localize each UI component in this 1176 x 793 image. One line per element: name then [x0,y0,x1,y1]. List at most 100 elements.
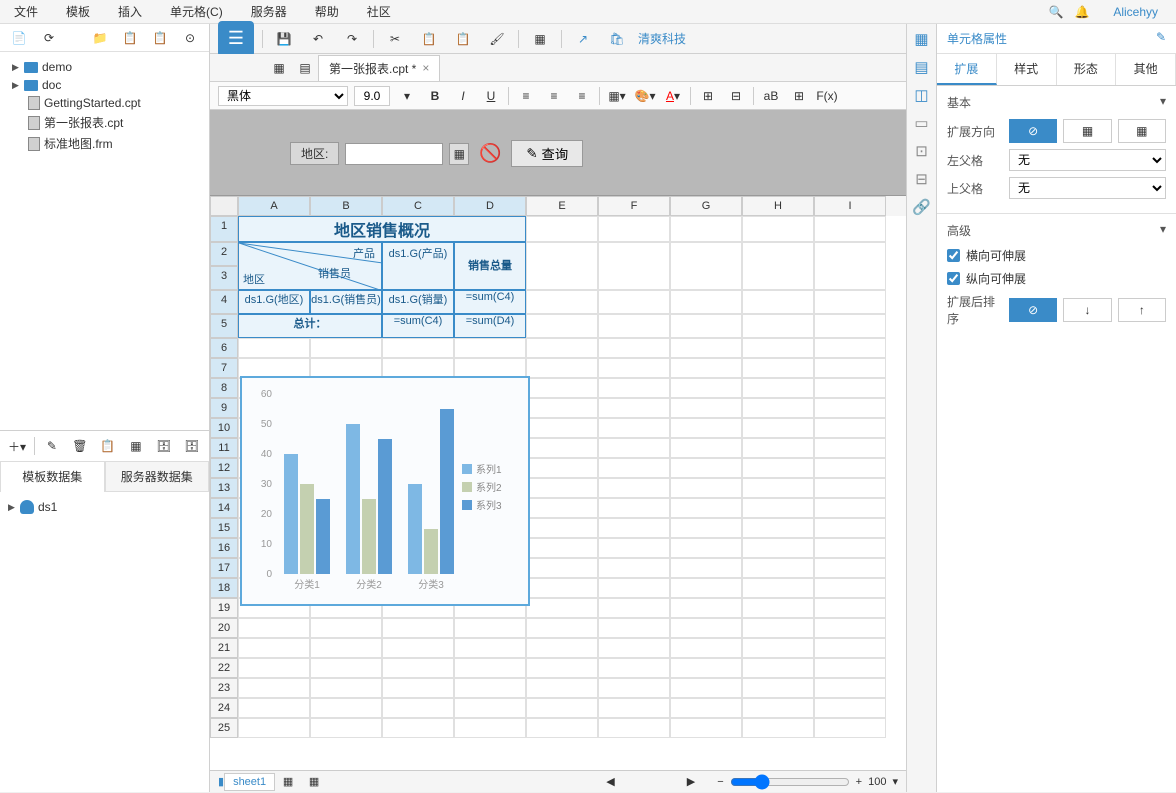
menu-server[interactable]: 服务器 [237,3,301,20]
select-all-corner[interactable] [210,196,238,216]
function-icon[interactable]: F(x) [816,86,838,106]
row-header[interactable]: 19 [210,598,238,618]
sheet-tab[interactable]: sheet1 [224,773,275,791]
vertical-stretch-checkbox[interactable]: 纵向可伸展 [947,270,1166,287]
cell-element-icon[interactable]: ▤ [913,58,931,76]
row-header[interactable]: 17 [210,558,238,578]
parameter-pane[interactable]: 地区: ▦ 🚫 ✎查询 [210,110,906,196]
tab-template-dataset[interactable]: 模板数据集 [0,461,105,492]
data-cell[interactable]: ds1.G(地区) [238,290,310,314]
widgets-icon[interactable]: ◫ [913,86,931,104]
font-color-icon[interactable]: A▾ [662,86,684,106]
cut-icon[interactable]: ✂ [382,28,408,50]
size-dropdown-icon[interactable]: ▾ [396,86,418,106]
total-label-cell[interactable]: 总计： [238,314,382,338]
redo-icon[interactable]: ↷ [339,28,365,50]
diagonal-header-cell[interactable]: 产品 销售员 地区 [238,242,382,290]
align-left-icon[interactable]: ≡ [515,86,537,106]
header-cell-product[interactable]: ds1.G(产品) [382,242,454,290]
row-header[interactable]: 4 [210,290,238,314]
tree-file-standard-map[interactable]: 标准地图.frm [4,133,205,154]
data-cell[interactable]: =sum(D4) [454,314,526,338]
row-header[interactable]: 9 [210,398,238,418]
present-icon[interactable]: ⊟ [913,170,931,188]
sort-desc-button[interactable]: ↑ [1118,298,1166,322]
row-header[interactable]: 15 [210,518,238,538]
new-file-icon[interactable]: 📄 [6,27,32,49]
tab-style[interactable]: 样式 [997,54,1057,85]
row-header[interactable]: 20 [210,618,238,638]
col-header[interactable]: I [814,196,886,216]
format-painter-icon[interactable]: 🖌 [484,28,510,50]
locate-icon[interactable]: ⊙ [177,27,203,49]
bell-icon[interactable]: 🔔 [1069,1,1095,23]
close-tab-icon[interactable]: × [422,61,429,75]
col-header[interactable]: A [238,196,310,216]
scroll-right-icon[interactable]: ▶ [687,775,695,788]
row-header[interactable]: 5 [210,314,238,338]
add-sheet-icon[interactable]: ▦ [275,771,301,793]
menu-community[interactable]: 社区 [353,3,405,20]
fill-color-icon[interactable]: 🎨▾ [634,86,656,106]
col-header[interactable]: H [742,196,814,216]
report-title-cell[interactable]: 地区销售概况 [238,216,526,242]
col-header[interactable]: E [526,196,598,216]
brand-link[interactable]: 清爽科技 [638,30,686,47]
undo-icon[interactable]: ↶ [305,28,331,50]
zoom-out-icon[interactable]: − [717,776,723,788]
tab-expand[interactable]: 扩展 [937,54,997,85]
delete-dataset-icon[interactable]: 🗑 [69,435,91,457]
underline-icon[interactable]: U [480,86,502,106]
row-header[interactable]: 11 [210,438,238,458]
search-icon[interactable]: 🔍 [1043,1,1069,23]
param-dropdown-icon[interactable]: ▦ [449,143,469,165]
data-cell[interactable]: =sum(C4) [454,290,526,314]
col-header[interactable]: G [670,196,742,216]
row-header[interactable]: 21 [210,638,238,658]
embedded-chart[interactable]: 0102030405060 分类1分类2分类3 系列1系列2系列3 [240,376,530,606]
link-dataset-icon[interactable]: 🗄 [181,435,203,457]
data-cell[interactable]: ds1.G(销量) [382,290,454,314]
merge-icon[interactable]: ⊞ [697,86,719,106]
spreadsheet-grid[interactable]: A B C D E F G H I 1 地区销售概况 2 3 [210,196,906,770]
sort-none-button[interactable]: ⊘ [1009,298,1057,322]
align-right-icon[interactable]: ≡ [571,86,593,106]
row-header[interactable]: 16 [210,538,238,558]
zoom-slider[interactable] [730,774,850,790]
row-header[interactable]: 10 [210,418,238,438]
param-input-region[interactable] [345,143,443,165]
expand-none-button[interactable]: ⊘ [1009,119,1057,143]
menu-file[interactable]: 文件 [0,3,52,20]
col-header[interactable]: C [382,196,454,216]
link-icon[interactable]: 🔗 [913,198,931,216]
col-header[interactable]: D [454,196,526,216]
split-icon[interactable]: ⊟ [725,86,747,106]
server-dataset-icon[interactable]: 🗄 [153,435,175,457]
tree-folder-demo[interactable]: ▶demo [4,58,205,76]
border-icon[interactable]: ▦▾ [606,86,628,106]
row-header[interactable]: 3 [210,266,238,290]
refresh-icon[interactable]: ⟳ [36,27,62,49]
save-icon[interactable]: 💾 [271,28,297,50]
tree-file-first-report[interactable]: 第一张报表.cpt [4,112,205,133]
row-header[interactable]: 22 [210,658,238,678]
preview-dataset-icon[interactable]: ▦ [125,435,147,457]
sheet-menu-icon[interactable]: ▦ [301,771,327,793]
visibility-icon[interactable]: 🚫 [475,143,505,164]
row-header[interactable]: 6 [210,338,238,358]
share-icon[interactable]: ↗ [570,28,596,50]
edit-dataset-icon[interactable]: ✎ [41,435,63,457]
copy-icon[interactable]: 📋 [117,27,143,49]
left-parent-select[interactable]: 无 [1009,149,1166,171]
font-family-select[interactable]: 黑体 [218,86,348,106]
cell-props-icon[interactable]: ▦ [913,30,931,48]
header-cell-total[interactable]: 销售总量 [454,242,526,290]
italic-icon[interactable]: I [452,86,474,106]
row-header[interactable]: 1 [210,216,238,242]
row-header[interactable]: 8 [210,378,238,398]
tab-format[interactable]: 形态 [1057,54,1117,85]
top-parent-select[interactable]: 无 [1009,177,1166,199]
tree-folder-doc[interactable]: ▶doc [4,76,205,94]
grid-mode-icon[interactable]: ▦ [266,57,292,79]
expand-vertical-button[interactable]: ▦ [1118,119,1166,143]
